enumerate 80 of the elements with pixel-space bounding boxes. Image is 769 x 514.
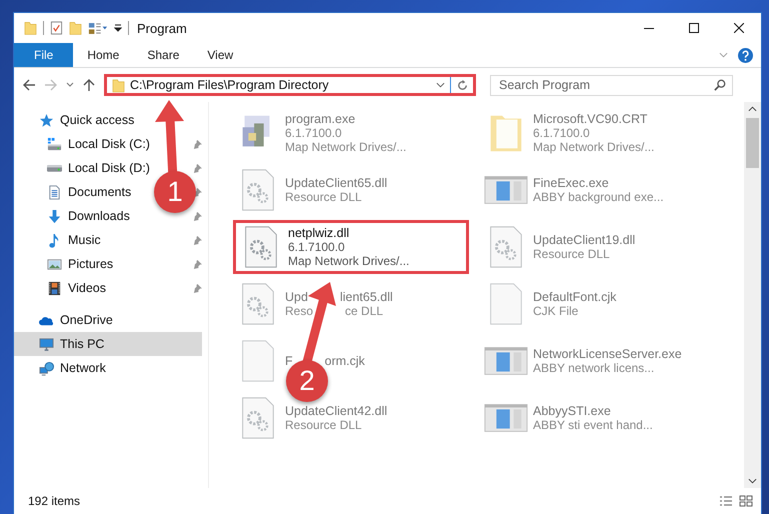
pin-icon[interactable] <box>193 260 202 268</box>
monitor-icon <box>39 336 54 352</box>
drive-icon <box>47 136 62 152</box>
document-icon <box>47 184 62 200</box>
ribbon-tab[interactable]: File <box>14 43 74 67</box>
pin-icon[interactable] <box>193 164 202 172</box>
file-name: Microsoft.VC90.CRT <box>533 112 648 126</box>
nav-item[interactable]: Network <box>14 356 202 380</box>
network-globe-icon <box>39 360 54 376</box>
nav-item[interactable]: Local Disk (C:) <box>14 132 152 156</box>
details-view-icon[interactable] <box>719 495 733 507</box>
search-icon <box>714 78 726 90</box>
film-strip-icon <box>47 280 62 296</box>
file-detail: 6.1.7100.0 <box>533 126 591 140</box>
pin-icon[interactable] <box>193 140 202 148</box>
nav-item[interactable]: Music <box>14 228 103 252</box>
file-detail: ABBY background exe... <box>533 190 664 204</box>
nav-item[interactable]: OneDrive <box>14 308 202 332</box>
file-detail: Map Network Drives/... <box>285 140 406 154</box>
file-name: NetworkLicenseServer.exe <box>533 347 682 361</box>
drive-icon <box>47 164 62 172</box>
vertical-scrollbar[interactable] <box>744 102 761 488</box>
pin-icon[interactable] <box>193 236 202 244</box>
large-icons-view-icon[interactable] <box>739 495 753 507</box>
file-detail: 6.1.7100.0 <box>285 126 343 140</box>
file-detail: Resource DLL <box>285 190 363 204</box>
file-name: FineExec.exe <box>533 176 610 190</box>
scrollbar-thumb[interactable] <box>746 118 759 168</box>
nav-item[interactable]: Pictures <box>14 252 116 276</box>
customize-dropdown-icon[interactable] <box>114 23 122 33</box>
pin-icon[interactable] <box>193 284 202 292</box>
file-name: UpdateClient19.dll <box>533 233 636 247</box>
address-bar[interactable]: C:\Program Files\Program Directory <box>104 74 476 96</box>
refresh-icon[interactable] <box>456 78 469 92</box>
file-name: lient65.dll <box>340 290 393 304</box>
download-arrow-icon <box>47 208 62 224</box>
file-name: AbbyySTI.exe <box>533 404 612 418</box>
file-detail: Map Network Drives/... <box>288 254 410 268</box>
file-detail: ce DLL <box>345 304 384 318</box>
file-detail: Reso <box>285 304 314 318</box>
up-arrow-icon[interactable] <box>82 78 96 92</box>
ribbon-tab[interactable]: Home <box>73 43 134 67</box>
help-icon[interactable] <box>738 48 753 62</box>
file-detail: ABBY sti event hand... <box>533 418 653 432</box>
nav-item[interactable]: Quick access <box>14 108 202 132</box>
file-detail: 6.1.7100.0 <box>288 240 346 254</box>
search-field[interactable]: Search Program <box>490 74 733 96</box>
recent-locations-chevron-icon[interactable] <box>66 82 74 88</box>
properties-icon[interactable] <box>88 20 108 36</box>
maximize-icon <box>688 23 698 33</box>
landscape-picture-icon <box>47 256 62 272</box>
expand-ribbon-chevron-icon[interactable] <box>719 52 728 58</box>
close-icon <box>734 23 744 33</box>
file-name: netplwiz.dll <box>288 226 350 240</box>
ribbon-tab[interactable]: Share <box>133 43 194 67</box>
file-name: UpdateClient42.dll <box>285 404 388 418</box>
nav-item[interactable]: Videos <box>14 276 108 300</box>
file-detail: Map Network Drives/... <box>533 140 654 154</box>
dropdown-chevron-icon[interactable] <box>436 82 445 88</box>
back-arrow-icon[interactable] <box>22 78 36 92</box>
folder-icon <box>112 78 125 92</box>
file-name: UpdateClient65.dll <box>285 176 388 190</box>
nav-item[interactable]: This PC <box>14 332 202 356</box>
file-detail: Resource DLL <box>285 418 363 432</box>
star-icon <box>39 112 54 128</box>
item-count: 192 items <box>28 494 80 508</box>
nav-item[interactable]: Downloads <box>14 204 132 228</box>
window-title: Program <box>136 20 187 36</box>
nav-item[interactable]: Local Disk (D:) <box>14 156 152 180</box>
file-detail: Resource DLL <box>533 247 611 261</box>
pin-icon[interactable] <box>193 212 202 220</box>
address-path: C:\Program Files\Program Directory <box>130 78 330 92</box>
nav-item[interactable]: Documents <box>14 180 134 204</box>
file-detail: CJK File <box>533 304 580 318</box>
ribbon-tab[interactable]: View <box>193 43 248 67</box>
checklist-icon[interactable] <box>50 20 63 36</box>
file-detail: ABBY network licens... <box>533 361 656 375</box>
file-name: Upd <box>285 290 308 304</box>
file-name: program.exe <box>285 112 356 126</box>
file-name: DefaultFont.cjk <box>533 290 616 304</box>
